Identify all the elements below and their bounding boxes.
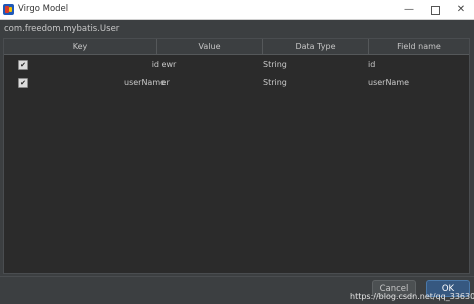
table-header: Key Value Data Type Field name (4, 39, 469, 55)
data-type-cell[interactable]: String (263, 74, 287, 92)
table-row[interactable]: ✔ userName er String userName (4, 74, 469, 92)
close-icon: ✕ (456, 4, 466, 15)
close-button[interactable]: ✕ (448, 0, 474, 20)
minimize-icon: — (404, 4, 414, 15)
key-text: id (151, 60, 159, 69)
app-icon (3, 4, 14, 15)
column-header-key[interactable]: Key (4, 39, 157, 54)
key-value-cell[interactable]: userName er (124, 74, 244, 92)
key-text: userName (124, 78, 166, 87)
fields-table: Key Value Data Type Field name ✔ id ewr … (3, 38, 470, 274)
column-header-data-type[interactable]: Data Type (263, 39, 369, 54)
title-bar: Virgo Model — ✕ (0, 0, 474, 20)
value-text: ewr (161, 60, 177, 69)
row-checkbox[interactable]: ✔ (18, 60, 28, 70)
class-path-label: com.freedom.mybatis.User (4, 24, 120, 34)
field-name-cell[interactable]: userName (368, 74, 409, 92)
bottom-divider (0, 276, 474, 277)
column-header-value[interactable]: Value (157, 39, 263, 54)
column-header-field-name[interactable]: Field name (369, 39, 469, 54)
minimize-button[interactable]: — (396, 0, 422, 20)
row-checkbox[interactable]: ✔ (18, 78, 28, 88)
data-type-cell[interactable]: String (263, 56, 287, 74)
maximize-button[interactable] (422, 0, 448, 20)
value-text: er (161, 78, 170, 87)
field-name-cell[interactable]: id (368, 56, 375, 74)
table-row[interactable]: ✔ id ewr String id (4, 56, 469, 74)
key-value-cell[interactable]: id ewr (124, 56, 244, 74)
maximize-icon (430, 6, 440, 15)
window-title: Virgo Model (18, 4, 69, 14)
watermark-text: https://blog.csdn.net/qq_33630821 (350, 292, 474, 301)
